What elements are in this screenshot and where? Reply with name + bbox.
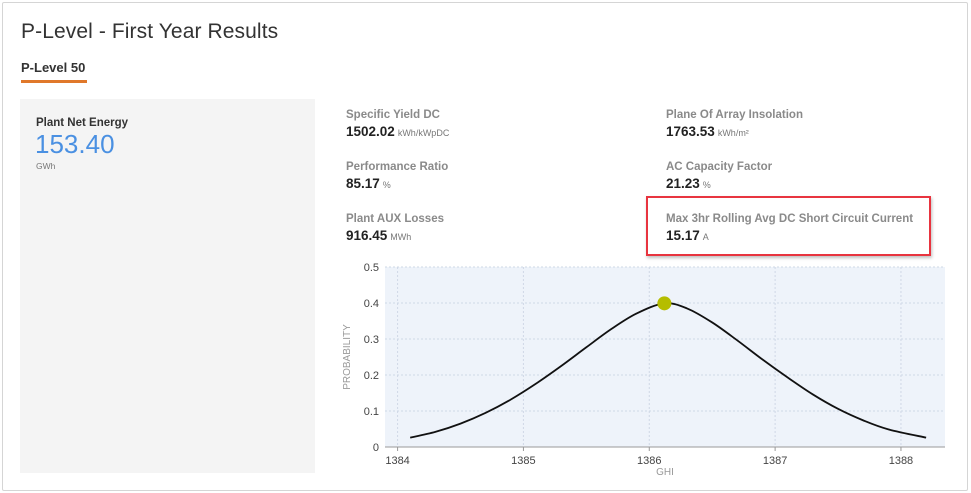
metric-specific-yield-dc: Specific Yield DC 1502.02 kWh/kWpDC bbox=[346, 109, 449, 139]
metric-label: Plant AUX Losses bbox=[346, 213, 444, 225]
y-axis-label: PROBABILITY bbox=[342, 324, 353, 390]
plant-net-energy-unit: GWh bbox=[36, 161, 56, 171]
metric-unit: kWh/kWpDC bbox=[397, 128, 450, 138]
metric-performance-ratio: Performance Ratio 85.17% bbox=[346, 161, 448, 191]
metric-unit: % bbox=[702, 180, 711, 190]
x-tick-label: 1385 bbox=[511, 455, 535, 467]
y-tick-label: 0.2 bbox=[364, 370, 379, 382]
page-title: P-Level - First Year Results bbox=[21, 20, 279, 43]
metric-plant-aux-losses: Plant AUX Losses 916.45 MWh bbox=[346, 213, 444, 243]
metric-unit: MWh bbox=[390, 232, 412, 242]
highlight-box bbox=[646, 196, 931, 256]
metric-value: 85.17% bbox=[346, 176, 391, 191]
plant-net-energy-value: 153.40 bbox=[35, 129, 115, 159]
results-panel: P-Level - First Year Results P-Level 50 … bbox=[2, 2, 968, 491]
y-tick-label: 0.4 bbox=[364, 298, 379, 310]
x-tick-label: 1387 bbox=[763, 455, 787, 467]
y-tick-label: 0.5 bbox=[364, 262, 379, 274]
y-tick-label: 0.1 bbox=[364, 406, 379, 418]
metric-value: 21.23% bbox=[666, 176, 711, 191]
metric-label: Specific Yield DC bbox=[346, 109, 440, 121]
tab-p-level-50[interactable]: P-Level 50 bbox=[21, 60, 87, 83]
y-tick-label: 0.3 bbox=[364, 334, 379, 346]
metric-unit: kWh/m² bbox=[717, 128, 749, 138]
x-tick-label: 1388 bbox=[889, 455, 913, 467]
probability-chart: 0 0.1 0.2 0.3 0.4 0.5 1384 1385 1386 1387 1388 GHI… bbox=[341, 257, 947, 477]
metric-value: 1763.53 kWh/m² bbox=[666, 124, 749, 139]
metric-label: Performance Ratio bbox=[346, 161, 449, 173]
metric-value: 1502.02 kWh/kWpDC bbox=[346, 124, 450, 139]
metric-unit: % bbox=[382, 180, 391, 190]
x-axis-label: GHI bbox=[656, 467, 674, 477]
plant-net-energy-card: Plant Net Energy 153.40 GWh bbox=[20, 99, 315, 473]
metric-label: AC Capacity Factor bbox=[666, 161, 773, 173]
x-tick-label: 1384 bbox=[385, 455, 409, 467]
axes bbox=[385, 446, 945, 451]
metric-label: Plane Of Array Insolation bbox=[666, 109, 803, 121]
metric-plane-of-array-insolation: Plane Of Array Insolation 1763.53 kWh/m² bbox=[666, 109, 803, 139]
chart-svg: 0 0.1 0.2 0.3 0.4 0.5 1384 1385 1386 1387 1388 GHI… bbox=[342, 262, 945, 477]
metric-value: 916.45 MWh bbox=[346, 228, 412, 243]
metric-ac-capacity-factor: AC Capacity Factor 21.23% bbox=[666, 161, 772, 191]
x-tick-label: 1386 bbox=[637, 455, 661, 467]
y-tick-label: 0 bbox=[373, 442, 379, 454]
plant-net-energy-label: Plant Net Energy bbox=[36, 117, 129, 129]
peak-marker[interactable] bbox=[657, 296, 672, 311]
